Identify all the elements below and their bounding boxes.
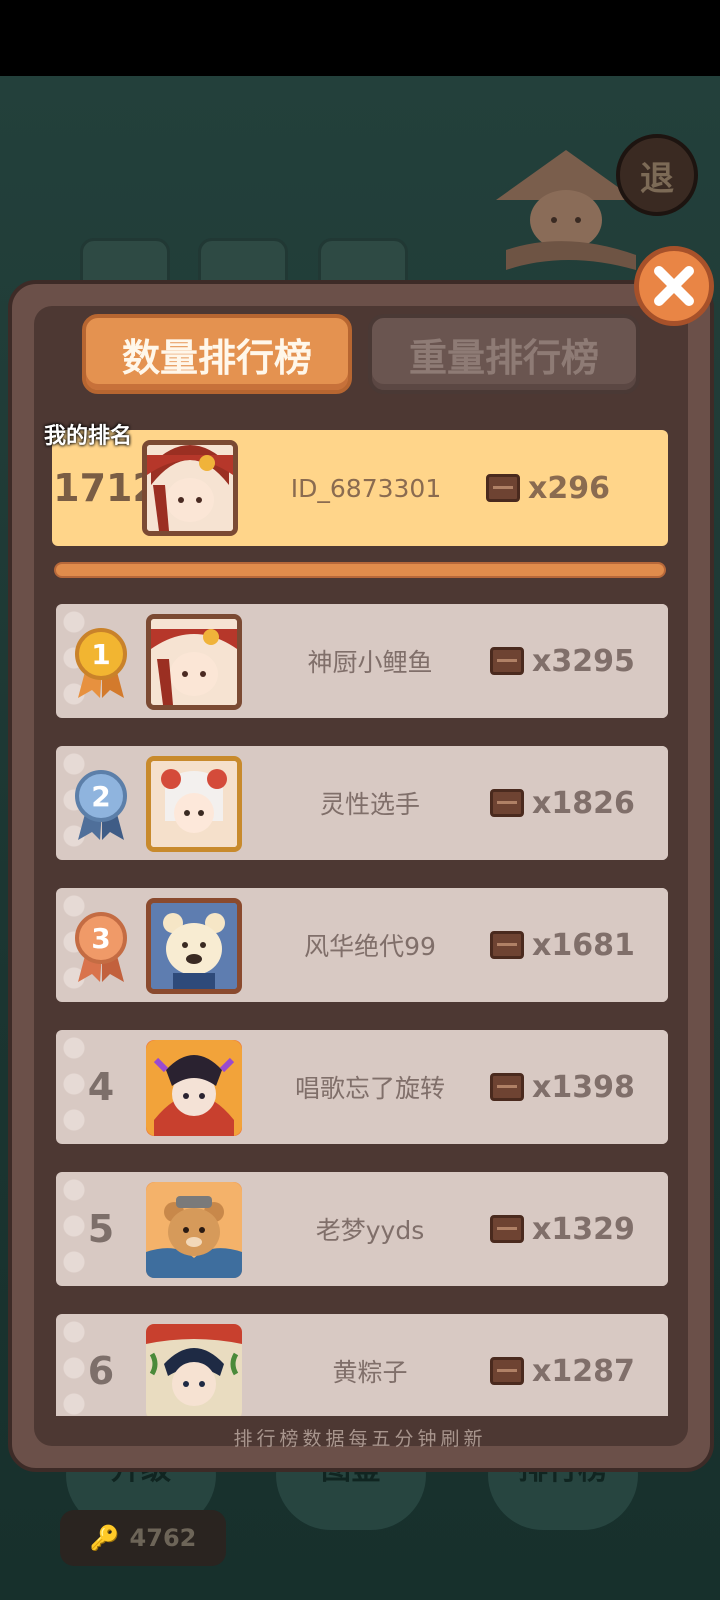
medal-rank: 3 [91,922,110,955]
medal-icon: 3 [75,912,127,982]
tab-quantity[interactable]: 数量排行榜 [82,314,352,394]
player-score-value: x1681 [532,927,635,963]
avatar [146,1182,242,1278]
rank-number: 6 [87,1349,115,1393]
player-name: 神厨小鲤鱼 [307,648,433,677]
player-score: x1398 [490,1030,635,1144]
avatar [146,614,242,710]
close-icon [654,266,694,306]
medal-icon: 2 [75,770,127,840]
list-item[interactable]: 2 灵性选手 x1826 [56,746,668,860]
divider-bar [54,562,666,578]
list-item[interactable]: 3 风华绝代99 x1681 [56,888,668,1002]
avatar [146,1324,242,1416]
avatar-image [146,1040,242,1136]
list-item[interactable]: 5 老梦yyds x1329 [56,1172,668,1286]
medal-rank: 1 [91,638,110,671]
list-item[interactable]: 6 黄粽子 x1287 [56,1314,668,1416]
tab-weight[interactable]: 重量排行榜 [368,314,640,394]
player-name: 灵性选手 [319,790,420,819]
chest-icon [490,1215,524,1243]
chest-icon [490,1073,524,1101]
player-score: x3295 [490,604,635,718]
player-name: 唱歌忘了旋转 [294,1074,445,1103]
player-score: x1681 [490,888,635,1002]
chest-icon [486,474,520,502]
avatar [146,756,242,852]
leaderboard-list[interactable]: 1 神厨小鲤鱼 x3295 2 灵性选手 x1826 3 风华绝代99 x168… [56,600,668,1416]
chest-icon [490,789,524,817]
list-item[interactable]: 4 唱歌忘了旋转 x1398 [56,1030,668,1144]
close-button[interactable] [634,246,714,326]
chest-icon [490,647,524,675]
player-name: 风华绝代99 [304,932,436,961]
player-score: x1329 [490,1172,635,1286]
player-score-value: x1287 [532,1353,635,1389]
avatar [146,1040,242,1136]
player-score-value: x1826 [532,785,635,821]
player-score-value: x3295 [532,643,635,679]
player-score-value: x1329 [532,1211,635,1247]
medal-icon: 1 [75,628,127,698]
status-bar [0,0,720,76]
avatar-image [151,761,237,847]
avatar-image [147,445,233,531]
refresh-note: 排行榜数据每五分钟刷新 [233,1428,487,1450]
chest-icon [490,931,524,959]
exit-button[interactable]: 退 [616,134,698,216]
my-rank-row: 1712 ID_6873301 x296 [52,430,668,546]
my-score: x296 [486,430,610,546]
my-name: ID_6873301 [290,473,442,503]
player-name: 老梦yyds [315,1216,425,1245]
coin-counter: 🔑 4762 [60,1510,226,1566]
avatar-image [151,619,237,705]
rank-number: 5 [87,1207,115,1251]
avatar-image [146,1182,242,1278]
chest-icon [490,1357,524,1385]
player-score: x1287 [490,1314,635,1416]
avatar-image [151,903,237,989]
player-name: 黄粽子 [332,1358,408,1387]
my-rank-label: 我的排名 [44,424,133,449]
key-icon: 🔑 [89,1524,120,1552]
my-score-value: x296 [528,470,610,506]
avatar [142,440,238,536]
rank-number: 4 [87,1065,115,1109]
list-item[interactable]: 1 神厨小鲤鱼 x3295 [56,604,668,718]
medal-rank: 2 [91,780,110,813]
avatar [146,898,242,994]
player-score: x1826 [490,746,635,860]
player-score-value: x1398 [532,1069,635,1105]
avatar-image [146,1324,242,1416]
coin-value: 4762 [129,1524,197,1552]
